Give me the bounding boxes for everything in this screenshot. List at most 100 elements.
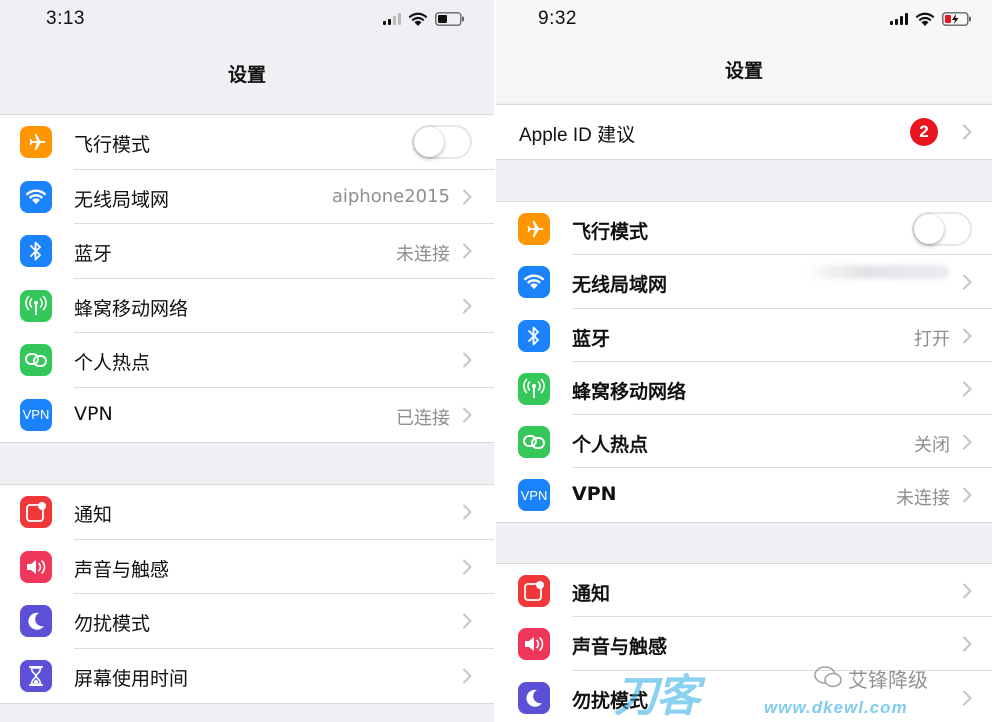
- row-label: 屏幕使用时间: [74, 667, 189, 690]
- row-label: 蜂窝移动网络: [572, 380, 687, 403]
- right-phone-screen: 9:32 设置 Apple ID 建议 2 飞行模式无线局域网蓝牙 打开蜂窝移动网…: [496, 0, 992, 722]
- apple-id-label: Apple ID 建议: [519, 125, 636, 146]
- chevron-right-icon: [463, 668, 472, 683]
- toggle-knob: [914, 214, 944, 244]
- chevron-right-icon: [963, 636, 972, 652]
- moon-icon: [20, 605, 52, 637]
- row-label: 个人热点: [572, 434, 649, 457]
- site-logo-watermark: 刀客: [614, 671, 700, 722]
- cellular-signal-icon: [383, 13, 401, 25]
- chevron-right-icon: [963, 124, 972, 140]
- wifi-icon: [518, 266, 550, 299]
- bluetooth-icon: [518, 319, 550, 352]
- row-value: 未连接: [896, 488, 950, 510]
- airplane-mode-toggle[interactable]: [912, 212, 972, 246]
- chevron-right-icon: [963, 274, 972, 290]
- row-value: 已连接: [396, 407, 450, 429]
- row-label: 蜂窝移动网络: [74, 297, 189, 320]
- cellular-antenna-icon: [20, 289, 52, 322]
- settings-row-wifi[interactable]: 无线局域网 aiphone2015: [0, 170, 494, 224]
- row-label: 通知: [572, 583, 611, 605]
- settings-row-airplane[interactable]: 飞行模式: [496, 202, 992, 256]
- settings-row-speaker[interactable]: 声音与触感: [496, 617, 992, 671]
- cellular-signal-icon: [890, 13, 908, 25]
- settings-row-wifi[interactable]: 无线局域网: [496, 255, 992, 309]
- notification-icon: [518, 575, 550, 607]
- vpn-icon: VPN: [518, 479, 550, 512]
- hotspot-link-icon: [20, 344, 52, 376]
- settings-row-notification[interactable]: 通知: [496, 564, 992, 618]
- wechat-logo-icon: [814, 665, 842, 692]
- page-title: 设置: [724, 60, 763, 82]
- row-label: 飞行模式: [74, 134, 151, 156]
- hotspot-link-icon: [518, 426, 550, 459]
- row-label: 飞行模式: [572, 221, 649, 243]
- chevron-right-icon: [963, 381, 972, 397]
- wechat-account-name: 艾锋降级: [848, 668, 928, 692]
- row-label: 蓝牙: [74, 243, 113, 265]
- speaker-icon: [518, 628, 550, 661]
- row-label: 勿扰模式: [74, 613, 151, 635]
- settings-row-hotspot-link[interactable]: 个人热点 关闭: [496, 415, 992, 469]
- moon-icon: [518, 681, 550, 714]
- settings-group-connectivity: 飞行模式 无线局域网 aiphone2015 蓝牙 未连接 蜂窝移动网络 个人热点 VPN VP…: [0, 114, 494, 443]
- battery-icon: [435, 12, 465, 26]
- site-url-watermark: www.dkewl.com: [764, 698, 908, 717]
- toggle-knob: [414, 127, 444, 157]
- row-value: aiphone2015: [331, 185, 450, 207]
- chevron-right-icon: [463, 407, 472, 422]
- settings-row-cellular-antenna[interactable]: 蜂窝移动网络: [496, 362, 992, 416]
- vpn-icon: VPN: [20, 398, 52, 431]
- settings-group-notifications: 通知 声音与触感 勿扰模式: [496, 563, 992, 722]
- airplane-icon: [518, 213, 550, 245]
- chevron-right-icon: [963, 487, 972, 503]
- settings-row-vpn[interactable]: VPN VPN 已连接: [0, 388, 494, 443]
- status-bar: 3:13: [0, 0, 494, 40]
- wifi-status-icon: [915, 12, 935, 27]
- apple-id-suggestions-row[interactable]: Apple ID 建议 2: [496, 105, 992, 159]
- row-value: 未连接: [396, 244, 450, 265]
- settings-group-connectivity: 飞行模式无线局域网蓝牙 打开蜂窝移动网络 个人热点 关闭 VPN VPN 未连接: [496, 201, 992, 523]
- chevron-right-icon: [963, 328, 972, 344]
- chevron-right-icon: [963, 583, 972, 599]
- status-time: 9:32: [538, 8, 577, 29]
- status-icons: [383, 10, 465, 28]
- settings-row-moon[interactable]: 勿扰模式: [0, 594, 494, 649]
- chevron-right-icon: [463, 613, 472, 629]
- settings-row-hotspot-link[interactable]: 个人热点: [0, 333, 494, 388]
- wifi-icon: [20, 180, 52, 213]
- wifi-status-icon: [408, 12, 428, 27]
- page-title: 设置: [227, 64, 266, 86]
- settings-row-hourglass[interactable]: 屏幕使用时间: [0, 649, 494, 704]
- row-label: 声音与触感: [74, 558, 170, 581]
- row-label: 无线局域网: [572, 274, 668, 297]
- row-value: 关闭: [914, 435, 950, 457]
- left-phone-screen: 3:13 设置 飞行模式无线局域网 aiphone2015 蓝牙 未连接蜂窝移动网络个…: [0, 0, 494, 722]
- status-time: 3:13: [46, 8, 85, 29]
- airplane-icon: [20, 126, 52, 158]
- settings-row-airplane[interactable]: 飞行模式: [0, 115, 494, 170]
- settings-row-notification[interactable]: 通知: [0, 485, 494, 540]
- settings-row-cellular-antenna[interactable]: 蜂窝移动网络: [0, 279, 494, 333]
- chevron-right-icon: [463, 243, 472, 259]
- settings-row-vpn[interactable]: VPN VPN 未连接: [496, 468, 992, 521]
- row-label: VPN: [572, 483, 617, 506]
- speaker-icon: [20, 550, 52, 583]
- status-icons: [890, 10, 972, 28]
- chevron-right-icon: [963, 690, 972, 706]
- row-label: 通知: [74, 504, 113, 526]
- chevron-right-icon: [463, 559, 472, 574]
- battery-charging-icon: [942, 12, 972, 26]
- cellular-antenna-icon: [518, 372, 550, 405]
- redacted-network-name: [802, 265, 950, 279]
- airplane-mode-toggle[interactable]: [412, 125, 472, 159]
- settings-row-bluetooth[interactable]: 蓝牙 打开: [496, 309, 992, 362]
- settings-row-speaker[interactable]: 声音与触感: [0, 540, 494, 594]
- chevron-right-icon: [463, 504, 472, 520]
- settings-row-bluetooth[interactable]: 蓝牙 未连接: [0, 224, 494, 279]
- row-label: VPN: [74, 402, 113, 425]
- chevron-right-icon: [963, 434, 972, 450]
- settings-group-notifications: 通知声音与触感勿扰模式屏幕使用时间: [0, 484, 494, 704]
- hourglass-icon: [20, 659, 52, 692]
- bluetooth-icon: [20, 235, 52, 267]
